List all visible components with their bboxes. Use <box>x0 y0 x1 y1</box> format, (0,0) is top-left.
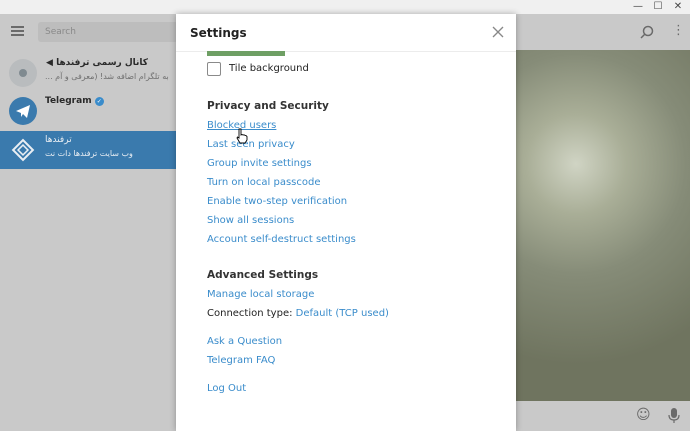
maximize-icon[interactable]: ☐ <box>648 0 668 14</box>
chat-item-telegram[interactable]: Telegram ✓ <box>0 92 176 130</box>
local-passcode-link[interactable]: Turn on local passcode <box>207 177 321 188</box>
self-destruct-settings-link[interactable]: Account self-destruct settings <box>207 234 356 245</box>
search-input[interactable]: Search <box>38 22 178 42</box>
logout-link[interactable]: Log Out <box>207 383 246 394</box>
chat-background: ⋮ ☺ <box>516 14 690 431</box>
eye-icon <box>19 69 27 77</box>
window-title-bar: — ☐ ✕ <box>0 0 690 14</box>
privacy-section-title: Privacy and Security <box>207 100 329 112</box>
tarfandha-avatar <box>9 136 37 164</box>
tile-background-label: Tile background <box>229 63 309 74</box>
emoji-icon[interactable]: ☺ <box>636 407 651 423</box>
connection-type-label: Connection type: <box>207 308 293 319</box>
chat-list-panel: Search ◀ کانال رسمی ترفندها ... به تلگرا… <box>0 14 178 431</box>
chat-name: ◀ کانال رسمی ترفندها <box>46 58 149 68</box>
advanced-section-title: Advanced Settings <box>207 269 319 281</box>
group-invite-settings-link[interactable]: Group invite settings <box>207 158 312 169</box>
connection-type-value[interactable]: Default (TCP used) <box>296 308 389 319</box>
chat-name: ترفندها <box>45 135 72 145</box>
background-thumbnail[interactable] <box>207 51 285 56</box>
paper-plane-icon <box>16 105 30 118</box>
settings-dialog: Settings Tile background Privacy and Sec… <box>176 14 516 431</box>
verified-icon: ✓ <box>94 97 104 106</box>
chat-item-channel[interactable]: ◀ کانال رسمی ترفندها ... به تلگرام اضافه… <box>0 54 176 92</box>
channel-avatar <box>9 59 37 87</box>
diamond-logo-icon <box>11 138 35 162</box>
dialog-title: Settings <box>190 26 247 40</box>
chat-item-tarfandha[interactable]: ترفندها وب سایت ترفندها دات نت <box>0 131 176 169</box>
two-step-verification-link[interactable]: Enable two-step verification <box>207 196 347 207</box>
show-sessions-link[interactable]: Show all sessions <box>207 215 294 226</box>
manage-storage-link[interactable]: Manage local storage <box>207 289 314 300</box>
chat-header: ⋮ <box>516 14 690 50</box>
chat-last-message: ... به تلگرام اضافه شد! (معرفی و آم <box>45 72 169 81</box>
last-seen-privacy-link[interactable]: Last seen privacy <box>207 139 295 150</box>
telegram-avatar <box>9 97 37 125</box>
close-window-icon[interactable]: ✕ <box>668 0 688 14</box>
chat-name: Telegram ✓ <box>45 96 104 106</box>
message-composer: ☺ <box>516 401 690 431</box>
hand-cursor-icon <box>236 128 248 144</box>
chat-list-header: Search <box>0 14 178 50</box>
chat-last-message: وب سایت ترفندها دات نت <box>45 149 133 158</box>
connection-type-row: Connection type: Default (TCP used) <box>207 308 389 319</box>
telegram-faq-link[interactable]: Telegram FAQ <box>207 355 275 366</box>
close-icon[interactable] <box>492 26 504 38</box>
menu-icon[interactable] <box>11 26 24 36</box>
ask-question-link[interactable]: Ask a Question <box>207 336 282 347</box>
microphone-icon[interactable] <box>668 408 680 424</box>
megaphone-icon: ◀ <box>46 58 53 68</box>
minimize-icon[interactable]: — <box>628 0 648 14</box>
tile-background-checkbox[interactable] <box>207 62 221 76</box>
more-options-icon[interactable]: ⋮ <box>672 23 685 38</box>
search-icon[interactable] <box>640 25 654 39</box>
